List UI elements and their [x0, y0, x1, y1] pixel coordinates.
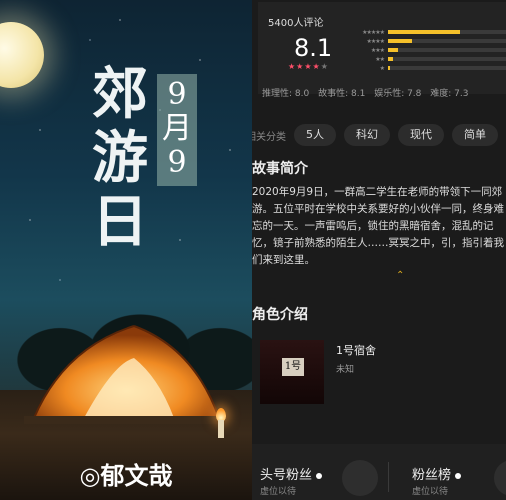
dist-fill: [388, 57, 393, 61]
sofa-icon[interactable]: [342, 460, 378, 496]
review-count[interactable]: 5400人评论: [268, 14, 323, 29]
dist-track: [388, 39, 506, 43]
tag-chip[interactable]: 5人: [294, 124, 336, 146]
sub-score: 推理性: 8.0: [262, 89, 310, 99]
rating-card: 5400人评论 8.1 ★★★★★ ★★★★★ ★★★★ ★★★ ★★ ★: [258, 2, 506, 94]
synopsis-title: 故事简介: [252, 161, 308, 177]
dist-label: ★★★★: [366, 37, 385, 45]
dist-fill: [388, 39, 412, 43]
top-fan-sub: 虚位以待: [260, 487, 297, 497]
expand-chevron-icon[interactable]: ⌃: [396, 270, 404, 281]
character-sign: 1号: [282, 358, 304, 376]
cover-title: 郊游日: [92, 61, 150, 255]
cover-author: ◎郁文哉: [79, 462, 173, 490]
rating-distribution: ★★★★★ ★★★★ ★★★ ★★ ★: [348, 28, 506, 73]
tag-chip[interactable]: 简单: [452, 124, 498, 146]
dist-track: [388, 48, 506, 52]
candle-icon: [218, 420, 224, 438]
dist-track: [388, 30, 506, 34]
dist-label: ★★: [375, 55, 385, 63]
dist-row: ★★: [348, 55, 506, 63]
star-icon: ★: [304, 62, 313, 71]
tag-chip[interactable]: 现代: [398, 124, 444, 146]
dist-fill: [388, 48, 398, 52]
dist-row: ★★★★★: [348, 28, 506, 36]
character-name: 1号宿舍: [336, 344, 376, 357]
star-icon: ★: [312, 62, 321, 71]
dot-icon: [316, 472, 323, 479]
character-avatar: 1号: [260, 340, 324, 404]
dist-row: ★★★★: [348, 37, 506, 45]
sub-score: 故事性: 8.1: [318, 89, 366, 99]
dist-label: ★: [379, 64, 385, 72]
dist-track: [388, 66, 506, 70]
rating-score: 8.1: [294, 34, 333, 62]
character-info: 1号宿舍 未知: [336, 340, 376, 404]
character-role: 未知: [336, 365, 355, 375]
dist-track: [388, 57, 506, 61]
fan-bar: 头号粉丝 虚位以待 粉丝榜 虚位以待: [252, 444, 506, 500]
star-icon: ★: [288, 62, 297, 71]
dist-label: ★★★: [370, 46, 385, 54]
fan-rank-title[interactable]: 粉丝榜: [412, 464, 462, 483]
sub-scores: 推理性: 8.0 故事性: 8.1 娱乐性: 7.8 难度: 7.3: [262, 86, 475, 99]
rating-stars: ★★★★★: [288, 62, 329, 71]
synopsis-text: 2020年9月9日，一群高二学生在老师的带领下一同郊游。五位平时在学校中关系要好…: [252, 186, 504, 266]
cover-art: 郊游日 9月9 ◎郁文哉: [0, 0, 252, 500]
detail-panel: 5400人评论 8.1 ★★★★★ ★★★★★ ★★★★ ★★★ ★★ ★ 推理…: [252, 0, 506, 500]
dist-row: ★★★: [348, 46, 506, 54]
dist-label: ★★★★★: [362, 28, 385, 36]
fan-rank-sub: 虚位以待: [412, 487, 449, 497]
fan-rank-label: 粉丝榜: [412, 468, 452, 483]
sofa-icon[interactable]: [494, 460, 506, 496]
divider: [388, 462, 389, 492]
tent-icon: [24, 325, 224, 424]
dist-fill: [388, 30, 460, 34]
dot-icon: [455, 472, 462, 479]
sub-score: 难度: 7.3: [430, 89, 469, 99]
top-fan-label: 头号粉丝: [260, 468, 313, 483]
tags-label: 相关分类: [252, 131, 286, 143]
character-card[interactable]: 1号 1号宿舍 未知: [260, 340, 376, 404]
top-fan-title[interactable]: 头号粉丝: [260, 464, 323, 483]
star-icon: ★: [320, 62, 329, 71]
category-tags: 相关分类 5人 科幻 现代 简单: [252, 124, 506, 146]
sub-score: 娱乐性: 7.8: [374, 89, 422, 99]
dist-fill: [388, 66, 391, 70]
cover-date: 9月9: [157, 74, 197, 186]
tag-chip[interactable]: 科幻: [344, 124, 390, 146]
dist-row: ★: [348, 64, 506, 72]
characters-title: 角色介绍: [252, 307, 308, 323]
